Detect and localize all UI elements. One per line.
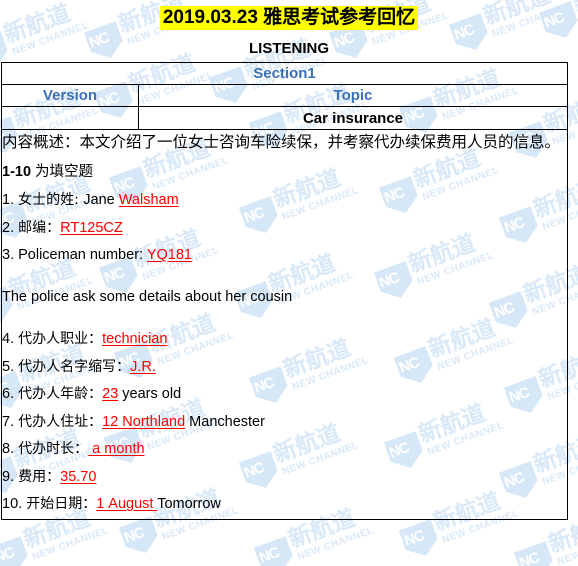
shield-icon <box>0 536 32 566</box>
question-separator: ： <box>82 496 97 512</box>
question-separator: : <box>74 192 84 208</box>
watermark-badge-letters: NC <box>401 527 427 550</box>
question-label: 费用 <box>18 468 47 485</box>
list-item: 1. 女士的姓: Jane Walsham <box>2 187 567 215</box>
question-number: 5. <box>2 358 15 375</box>
question-range-subheading: 1-10 为填空题 <box>2 159 567 185</box>
document-title-container: 2019.03.23 雅思考试参考回忆 <box>0 0 578 32</box>
question-prefix: Jane <box>83 192 119 208</box>
question-number: 2. <box>2 219 15 236</box>
question-range-rest: 为填空题 <box>31 164 94 180</box>
watermark-english-text: NEW CHANNEL <box>30 525 111 563</box>
question-answer: J.R. <box>130 358 156 375</box>
watermark-badge-letters: NC <box>121 524 147 547</box>
question-separator: ： <box>74 441 89 457</box>
shield-icon <box>254 536 297 566</box>
shield-icon <box>119 516 162 559</box>
table-row-body: 内容概述：本文介绍了一位女士咨询车险续保，并考察代办续保费用人员的信息。 1-1… <box>1 129 568 520</box>
question-number: 4. <box>2 331 15 347</box>
watermark-english-text: NEW CHANNEL <box>555 530 578 566</box>
question-suffix: Tomorrow <box>157 496 221 512</box>
question-suffix: years old <box>118 386 182 402</box>
question-answer: 23 <box>102 386 119 402</box>
list-item: 2. 邮编：RT125CZ <box>2 215 567 243</box>
question-answer: Walsham <box>118 192 179 208</box>
question-number: 3. <box>2 247 15 263</box>
list-item: 3. Policeman number: YQ181 <box>2 242 567 270</box>
list-item: 9. 费用：35.70 <box>2 464 567 492</box>
list-item: 10. 开始日期：1 August Tomorrow <box>2 491 567 519</box>
question-separator: ： <box>46 468 61 485</box>
section-label: Section1 <box>1 62 568 85</box>
question-separator: ： <box>88 413 103 430</box>
question-number: 7. <box>2 413 15 430</box>
column-header-topic: Topic <box>138 84 568 107</box>
column-header-version: Version <box>1 84 139 107</box>
question-number: 9. <box>2 468 15 485</box>
question-answer: 1 August <box>96 496 158 512</box>
question-label: 代办人住址 <box>18 413 89 430</box>
question-label: 代办人年龄 <box>18 386 89 402</box>
question-number: 10. <box>2 496 23 512</box>
question-list: 1. 女士的姓: Jane Walsham 2. 邮编：RT125CZ 3. P… <box>2 187 567 270</box>
list-item: 5. 代办人名字缩写：J.R. <box>2 354 567 382</box>
exam-table: Section1 Version Topic Car insurance 内容概… <box>1 62 568 520</box>
question-label: 邮编 <box>18 219 47 236</box>
shield-icon <box>399 519 442 562</box>
question-label: 代办时长 <box>18 441 75 457</box>
question-answer: 35.70 <box>60 468 97 485</box>
question-separator: : <box>139 247 147 263</box>
list-item: 6. 代办人年龄：23 years old <box>2 381 567 409</box>
question-list-continued: 4. 代办人职业：technician 5. 代办人名字缩写：J.R. 6. 代… <box>2 326 567 519</box>
document-content: 2019.03.23 雅思考试参考回忆 LISTENING Section1 V… <box>0 0 578 520</box>
question-answer: a month <box>88 441 145 457</box>
question-separator: ： <box>116 358 131 375</box>
content-summary: 内容概述：本文介绍了一位女士咨询车险续保，并考察代办续保费用人员的信息。 <box>2 133 561 151</box>
table-row-headers: Version Topic <box>1 84 568 107</box>
table-row-values: Car insurance <box>1 106 568 130</box>
question-answer: RT125CZ <box>60 219 123 236</box>
page-title: 2019.03.23 雅思考试参考回忆 <box>159 6 419 30</box>
list-item: 4. 代办人职业：technician <box>2 326 567 354</box>
body-content-cell: 内容概述：本文介绍了一位女士咨询车险续保，并考察代办续保费用人员的信息。 1-1… <box>1 129 568 520</box>
section-heading: LISTENING <box>248 40 329 57</box>
table-row-section: Section1 <box>1 62 568 85</box>
watermark-badge-letters: NC <box>256 544 282 566</box>
question-suffix: Manchester <box>185 413 265 430</box>
cell-topic-value: Car insurance <box>138 106 568 130</box>
question-separator: ： <box>88 331 103 347</box>
question-label: 代办人名字缩写 <box>18 358 117 375</box>
watermark-badge-letters: NC <box>0 544 17 566</box>
question-separator: ： <box>46 219 61 236</box>
question-answer: YQ181 <box>146 247 192 263</box>
question-separator: ： <box>88 386 103 402</box>
question-number: 6. <box>2 386 15 402</box>
question-answer: 12 Northland <box>102 413 186 430</box>
question-number: 1. <box>2 192 15 208</box>
question-number: 8. <box>2 441 15 457</box>
list-item: 8. 代办时长： a month <box>2 436 567 464</box>
shield-icon <box>514 541 557 566</box>
question-range-bold: 1-10 <box>2 164 32 180</box>
question-answer: technician <box>102 331 168 347</box>
police-note-line: The police ask some details about her co… <box>2 289 293 305</box>
question-label: 代办人职业 <box>18 331 89 347</box>
watermark-english-text: NEW CHANNEL <box>295 525 376 563</box>
question-label: 女士的姓 <box>18 192 75 208</box>
question-label: 开始日期 <box>26 496 83 512</box>
watermark-badge-letters: NC <box>516 549 542 566</box>
question-label: Policeman number <box>18 247 140 263</box>
cell-version-value <box>1 106 139 130</box>
list-item: 7. 代办人住址：12 Northland Manchester <box>2 409 567 437</box>
